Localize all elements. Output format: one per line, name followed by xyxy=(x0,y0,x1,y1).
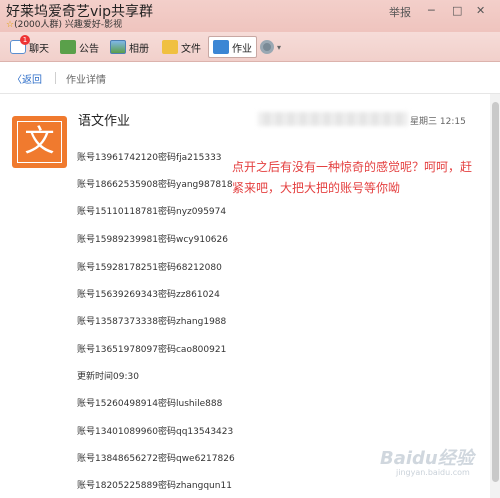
close-icon[interactable]: ✕ xyxy=(476,4,485,17)
list-item: 账号13587373338密码zhang1988 xyxy=(77,317,227,327)
list-item: 账号18205225889密码zhangqun11 xyxy=(77,481,232,491)
list-item: 账号13848656272密码qwe6217826 xyxy=(77,454,235,464)
minimize-icon[interactable]: ─ xyxy=(428,4,435,17)
scrollbar-thumb[interactable] xyxy=(492,102,499,482)
tab-album[interactable]: 相册 xyxy=(110,36,149,58)
list-item: 账号15110118781密码nyz095974 xyxy=(77,207,227,217)
blurred-author xyxy=(258,112,408,126)
unread-badge: 1 xyxy=(20,35,30,45)
tab-file[interactable]: 文件 xyxy=(162,36,201,58)
update-time: 更新时间09:30 xyxy=(77,372,139,382)
star-icon: ☆ xyxy=(6,20,15,30)
album-icon xyxy=(110,40,126,54)
annotation-text: 点开之后有没有一种惊奇的感觉呢？呵呵，赶紧来吧，大把大把的账号等你呦 xyxy=(232,160,473,195)
homework-icon xyxy=(213,40,229,54)
maximize-icon[interactable]: □ xyxy=(452,4,462,17)
back-button[interactable]: 〈返回 xyxy=(12,71,42,86)
notice-icon xyxy=(60,40,76,54)
title-bar: 好莱坞爱奇艺vip共享群 ☆(2000人群) 兴趣爱好-影视 举报 ─ □ ✕ xyxy=(0,0,500,32)
chevron-down-icon: ▾ xyxy=(277,42,282,52)
watermark-logo: Baidu经验 xyxy=(380,448,474,469)
list-item: 账号13961742120密码fja215333 xyxy=(77,153,222,163)
tab-notice[interactable]: 公告 xyxy=(60,36,99,58)
list-item: 账号15639269343密码zz861024 xyxy=(77,290,220,300)
gear-icon xyxy=(260,40,274,54)
watermark-url: jingyan.baidu.com xyxy=(396,468,470,477)
post-timestamp: 星期三 12:15 xyxy=(410,117,466,127)
group-subtitle: ☆(2000人群) 兴趣爱好-影视 xyxy=(6,20,123,30)
chevron-left-icon: 〈 xyxy=(12,75,22,86)
report-button[interactable]: 举报 xyxy=(389,4,411,20)
list-item: 账号15989239981密码wcy910626 xyxy=(77,235,228,245)
divider xyxy=(55,72,56,84)
homework-detail: 文 语文作业 星期三 12:15 账号13961742120密码fja21533… xyxy=(0,94,500,498)
tab-homework[interactable]: 作业 xyxy=(208,36,257,58)
avatar-char: 文 xyxy=(17,121,62,163)
list-item: 账号15260498914密码lushile888 xyxy=(77,399,223,409)
list-item: 账号13651978097密码cao800921 xyxy=(77,345,227,355)
settings-menu[interactable]: ▾ xyxy=(260,36,281,58)
homework-avatar: 文 xyxy=(12,116,67,168)
homework-title: 语文作业 xyxy=(78,114,131,129)
detail-header: 〈返回 作业详情 xyxy=(0,62,500,94)
tab-chat[interactable]: 1 聊天 xyxy=(10,35,49,58)
list-item: 账号18662535908密码yang987818 xyxy=(77,180,233,190)
list-item: 账号13401089960密码qq13543423 xyxy=(77,427,234,437)
group-toolbar: 1 聊天 公告 相册 文件 作业 ▾ xyxy=(0,32,500,62)
file-icon xyxy=(162,40,178,54)
chat-icon: 1 xyxy=(10,35,30,54)
list-item: 账号15928178251密码68212080 xyxy=(77,263,222,273)
page-title: 作业详情 xyxy=(66,75,106,86)
